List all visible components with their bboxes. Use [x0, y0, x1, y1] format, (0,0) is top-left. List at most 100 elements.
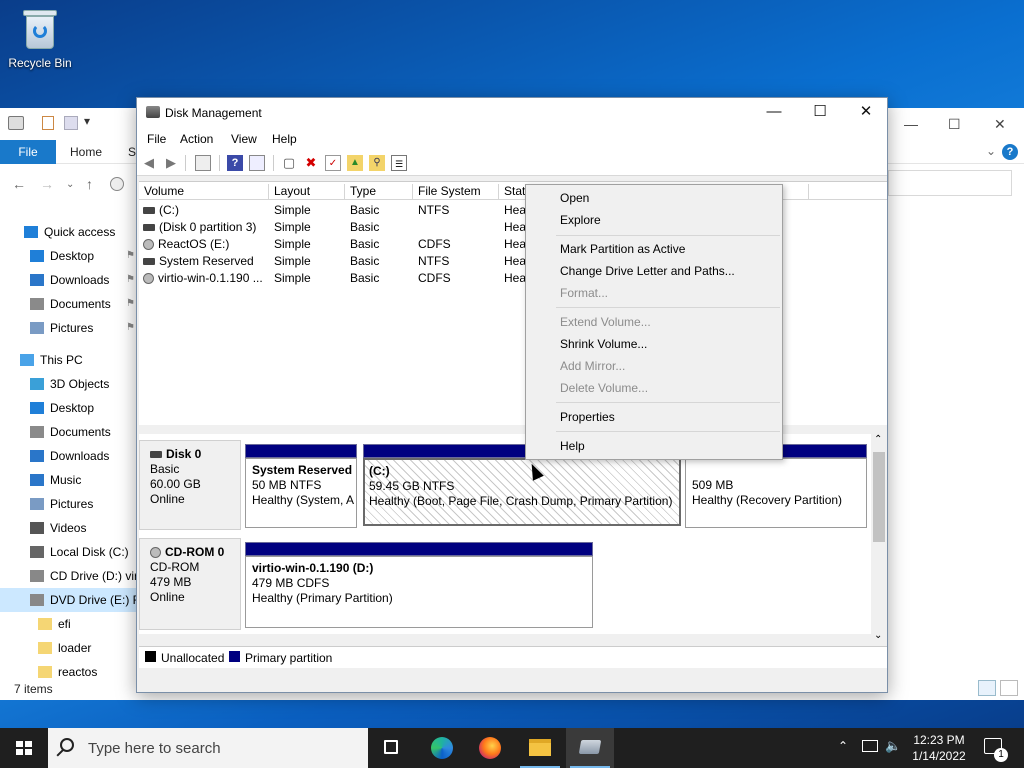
taskbar-search-box[interactable]: Type here to search [48, 728, 368, 768]
partition-virtio-d[interactable]: virtio-win-0.1.190 (D:) 479 MB CDFS Heal… [245, 542, 593, 628]
nav-item[interactable]: Quick access [24, 220, 115, 244]
nav-item[interactable]: DVD Drive (E:) R [0, 588, 141, 612]
minimize-button[interactable]: — [751, 98, 797, 128]
scroll-up-icon[interactable]: ⌃ [874, 434, 882, 445]
properties-list-icon[interactable]: ☰ [391, 155, 407, 171]
column-type[interactable]: Type [345, 184, 413, 200]
column-file-system[interactable]: File System [413, 184, 499, 200]
tab-share[interactable]: S [128, 145, 136, 159]
nav-item[interactable]: 3D Objects [30, 372, 109, 396]
tab-home[interactable]: Home [70, 145, 102, 159]
customize-qat-icon[interactable]: ▾ [84, 114, 90, 128]
menu-item-open[interactable]: Open [560, 188, 589, 208]
nav-item[interactable]: Downloads [30, 268, 109, 292]
search-folder-icon[interactable]: ⚲ [369, 155, 385, 171]
file-explorer-button[interactable] [516, 728, 564, 768]
help-icon[interactable]: ? [1002, 144, 1018, 160]
menu-item-add-mirror: Add Mirror... [560, 359, 626, 373]
nav-item[interactable]: Documents [30, 420, 111, 444]
menu-item-help[interactable]: Help [560, 436, 585, 456]
disk-status: Online [150, 590, 185, 604]
forward-arrow-icon[interactable]: → [40, 176, 54, 192]
column-layout[interactable]: Layout [269, 184, 345, 200]
large-icons-view-icon[interactable] [1000, 680, 1018, 696]
firefox-button[interactable] [466, 728, 514, 768]
edge-button[interactable] [418, 728, 466, 768]
tab-file[interactable]: File [0, 140, 56, 164]
partition-recovery[interactable]: 509 MB Healthy (Recovery Partition) [685, 444, 867, 528]
close-icon[interactable]: ✕ [994, 116, 1006, 133]
disk-kind: CD-ROM [150, 560, 200, 574]
nav-item[interactable]: Videos [30, 516, 86, 540]
back-arrow-icon[interactable]: ← [12, 176, 26, 192]
network-icon[interactable] [862, 740, 878, 752]
delete-icon[interactable]: ✖ [303, 155, 319, 171]
nav-item[interactable]: Desktop [30, 396, 94, 420]
menu-item-change-drive-letter[interactable]: Change Drive Letter and Paths... [560, 261, 735, 281]
explorer-search-input[interactable] [888, 170, 1012, 196]
menu-item-properties[interactable]: Properties [560, 407, 615, 427]
new-folder-icon[interactable] [64, 116, 78, 130]
nav-item[interactable]: Desktop [30, 244, 94, 268]
show-hide-console-tree-icon[interactable] [195, 155, 211, 171]
disk-management-app-icon [146, 106, 160, 118]
column-volume[interactable]: Volume [139, 184, 269, 200]
menu-file[interactable]: File [147, 132, 166, 146]
maximize-button[interactable]: ☐ [797, 98, 843, 128]
disk-0-label[interactable]: Disk 0 Basic 60.00 GB Online [139, 440, 241, 530]
menu-item-shrink-volume[interactable]: Shrink Volume... [560, 334, 647, 354]
recent-locations-icon[interactable]: ⌄ [66, 179, 74, 190]
clock[interactable]: 12:23 PM 1/14/2022 [900, 732, 978, 764]
nav-item[interactable]: This PC [20, 348, 83, 372]
menu-action[interactable]: Action [180, 132, 213, 146]
recycle-bin-shortcut[interactable]: Recycle Bin [8, 8, 72, 70]
cdrom-0-label[interactable]: CD-ROM 0 CD-ROM 479 MB Online [139, 538, 241, 630]
cd-drive-icon [30, 570, 44, 582]
back-icon[interactable]: ◀ [141, 155, 157, 171]
nav-item-label: Videos [50, 521, 87, 535]
maximize-icon[interactable]: ☐ [948, 116, 961, 133]
connect-disk-icon[interactable]: ▢ [281, 155, 297, 171]
folder-up-icon[interactable]: ▲ [347, 155, 363, 171]
properties-icon[interactable] [42, 116, 54, 130]
details-view-icon[interactable] [978, 680, 996, 696]
up-arrow-icon[interactable]: ↑ [86, 176, 93, 192]
nav-item[interactable]: reactos [38, 660, 97, 684]
column-blank [809, 184, 887, 200]
show-action-pane-icon[interactable] [249, 155, 265, 171]
nav-item[interactable]: Documents [30, 292, 111, 316]
volume-muted-icon[interactable]: 🔈 [885, 738, 901, 768]
partition-c[interactable]: (C:) 59.45 GB NTFS Healthy (Boot, Page F… [363, 444, 681, 526]
cell-type: Basic [350, 254, 380, 268]
downloads-icon [30, 274, 44, 286]
nav-item[interactable]: Downloads [30, 444, 109, 468]
menu-item-mark-active[interactable]: Mark Partition as Active [560, 239, 685, 259]
menu-item-explore[interactable]: Explore [560, 210, 601, 230]
task-view-button[interactable] [368, 728, 416, 768]
forward-icon[interactable]: ▶ [163, 155, 179, 171]
nav-item-label: Pictures [50, 321, 94, 335]
scrollbar-thumb[interactable] [873, 452, 885, 542]
start-button[interactable] [0, 728, 48, 768]
close-button[interactable]: ✕ [843, 98, 889, 128]
nav-item[interactable]: Pictures [30, 316, 93, 340]
help-icon[interactable]: ? [227, 155, 243, 171]
nav-item[interactable]: Local Disk (C:) [30, 540, 129, 564]
check-icon[interactable]: ✓ [325, 155, 341, 171]
disk-view-scrollbar[interactable]: ⌃ ⌄ [871, 434, 887, 646]
nav-item[interactable]: CD Drive (D:) vir [30, 564, 138, 588]
partition-system-reserved[interactable]: System Reserved 50 MB NTFS Healthy (Syst… [245, 444, 357, 528]
ribbon-expand-icon[interactable]: ⌄ [986, 144, 996, 158]
show-hidden-icons-icon[interactable]: ⌃ [838, 739, 848, 768]
cell-layout: Simple [274, 254, 311, 268]
nav-item[interactable]: Music [30, 468, 81, 492]
disk-management-taskbar-button[interactable] [566, 728, 614, 768]
nav-item[interactable]: efi [38, 612, 71, 636]
scroll-down-icon[interactable]: ⌄ [874, 630, 882, 641]
nav-item[interactable]: Pictures [30, 492, 93, 516]
volume-name: System Reserved [159, 254, 254, 268]
minimize-icon[interactable]: — [904, 116, 918, 132]
nav-item[interactable]: loader [38, 636, 91, 660]
menu-view[interactable]: View [231, 132, 257, 146]
menu-help[interactable]: Help [272, 132, 297, 146]
